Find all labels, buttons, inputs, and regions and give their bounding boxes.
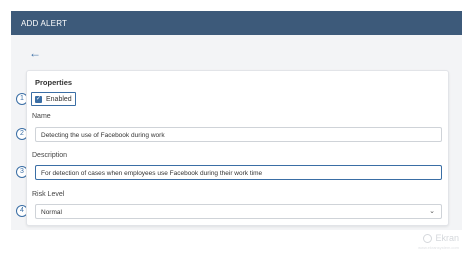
name-label: Name — [32, 113, 51, 120]
chevron-down-icon: ⌄ — [429, 208, 435, 215]
page-title: ADD ALERT — [21, 19, 68, 28]
name-value: Detecting the use of Facebook during wor… — [41, 132, 165, 139]
watermark-brand: Ekran — [435, 233, 459, 243]
risk-level-value: Normal — [41, 209, 62, 216]
enabled-checkbox[interactable]: ✓ Enabled — [31, 92, 76, 106]
description-field[interactable]: For detection of cases when employees us… — [35, 165, 442, 180]
ekran-logo-icon — [423, 233, 433, 243]
watermark-url: www.ekransystem.com — [418, 245, 459, 250]
page-header: ADD ALERT — [11, 11, 462, 35]
name-field[interactable]: Detecting the use of Facebook during wor… — [35, 127, 442, 142]
description-label: Description — [32, 152, 68, 159]
panel-title: Properties — [35, 78, 73, 87]
arrow-left-icon[interactable]: ← — [29, 47, 41, 59]
risk-level-select[interactable]: Normal ⌄ — [35, 204, 442, 219]
brand-watermark: Ekran — [423, 233, 459, 243]
check-icon: ✓ — [35, 95, 42, 103]
risk-level-label: Risk Level — [32, 191, 65, 198]
enabled-label: Enabled — [46, 95, 72, 103]
properties-panel: Properties ✓ Enabled Name Detecting the … — [26, 70, 449, 226]
description-value: For detection of cases when employees us… — [41, 170, 263, 177]
